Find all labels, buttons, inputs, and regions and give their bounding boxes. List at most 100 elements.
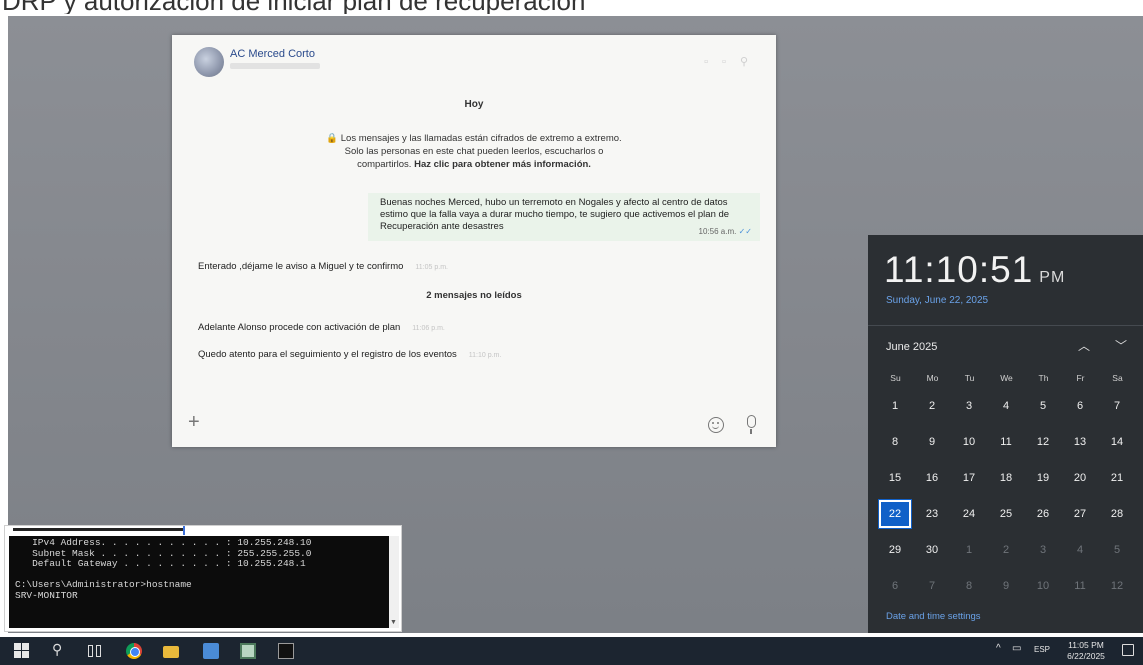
calendar-day[interactable]: 29: [878, 535, 912, 565]
calendar-day[interactable]: 12: [1100, 571, 1134, 601]
incoming-message-time: 11:10 p.m.: [468, 352, 502, 359]
incoming-message-text: Quedo atento para el seguimiento y el re…: [198, 349, 457, 360]
calendar-day[interactable]: 4: [1063, 535, 1097, 565]
calendar-day[interactable]: 5: [1100, 535, 1134, 565]
calendar-day[interactable]: 6: [878, 571, 912, 601]
taskbar: ⚲ ^ ▭ ESP 11:05 PM 6/22/2025: [0, 637, 1143, 665]
chrome-icon[interactable]: [126, 643, 142, 659]
network-app-icon[interactable]: [240, 643, 256, 659]
calendar-day[interactable]: 20: [1063, 463, 1097, 493]
incoming-message-text: Adelante Alonso procede con activación d…: [198, 322, 401, 333]
calendar-day[interactable]: 1: [878, 391, 912, 421]
weekday-label: Th: [1038, 373, 1049, 383]
calendar-day-selected[interactable]: 22: [878, 499, 912, 529]
calendar-day[interactable]: 2: [915, 391, 949, 421]
read-ticks-icon: ✓✓: [738, 227, 752, 236]
clock-long-date[interactable]: Sunday, June 22, 2025: [886, 295, 988, 306]
file-explorer-icon[interactable]: [163, 646, 179, 658]
attach-plus-icon[interactable]: +: [188, 412, 200, 432]
taskbar-time: 11:05 PM: [1068, 640, 1104, 650]
calendar-day[interactable]: 15: [878, 463, 912, 493]
calendar-day[interactable]: 12: [1026, 427, 1060, 457]
calendar-day[interactable]: 19: [1026, 463, 1060, 493]
call-icon[interactable]: ▫: [722, 56, 740, 68]
chat-header[interactable]: AC Merced Corto ▫▫⚲: [172, 35, 776, 89]
day-separator: Hoy: [464, 99, 484, 110]
calendar-day[interactable]: 5: [1026, 391, 1060, 421]
encryption-notice-line1: 🔒 Los mensajes y las llamadas están cifr…: [326, 133, 622, 144]
encryption-notice-line2: Solo las personas en este chat pueden le…: [344, 146, 604, 157]
search-icon[interactable]: ⚲: [740, 56, 762, 68]
chat-window: AC Merced Corto ▫▫⚲ Hoy 🔒 Los mensajes y…: [172, 35, 776, 447]
outgoing-message[interactable]: Buenas noches Merced, hubo un terremoto …: [368, 193, 760, 241]
incoming-message-time: 11:05 p.m.: [415, 264, 448, 271]
contact-status: [230, 63, 320, 69]
calendar-day[interactable]: 3: [952, 391, 986, 421]
calendar-day[interactable]: 28: [1100, 499, 1134, 529]
calendar-day[interactable]: 8: [878, 427, 912, 457]
network-icon[interactable]: ▭: [1012, 643, 1021, 654]
command-prompt-icon[interactable]: [278, 643, 294, 659]
scroll-down-arrow-icon[interactable]: ▼: [390, 619, 397, 626]
calendar-day[interactable]: 27: [1063, 499, 1097, 529]
calendar-day[interactable]: 1: [952, 535, 986, 565]
calendar-day[interactable]: 21: [1100, 463, 1134, 493]
calendar-day[interactable]: 9: [915, 427, 949, 457]
calendar-day[interactable]: 4: [989, 391, 1023, 421]
contact-name[interactable]: AC Merced Corto: [230, 48, 315, 60]
next-month-chevron-icon[interactable]: ﹀: [1115, 337, 1127, 354]
weekday-label: Sa: [1112, 373, 1123, 383]
calendar-day[interactable]: 16: [915, 463, 949, 493]
calendar-day[interactable]: 30: [915, 535, 949, 565]
start-windows-icon[interactable]: [14, 643, 30, 659]
calendar-day[interactable]: 17: [952, 463, 986, 493]
calendar-day[interactable]: 24: [952, 499, 986, 529]
unread-separator: 2 mensajes no leídos: [426, 290, 522, 301]
notification-center-icon[interactable]: [1122, 644, 1134, 656]
calendar-day[interactable]: 13: [1063, 427, 1097, 457]
server-manager-icon[interactable]: [203, 643, 219, 659]
encryption-notice[interactable]: 🔒 Los mensajes y las llamadas están cifr…: [272, 132, 676, 171]
encryption-info-link[interactable]: Haz clic para obtener más información.: [414, 159, 591, 170]
clock-ampm: PM: [1039, 269, 1066, 286]
calendar-day[interactable]: 11: [1063, 571, 1097, 601]
calendar-day[interactable]: 7: [915, 571, 949, 601]
weekday-label: Fr: [1076, 373, 1085, 383]
video-call-icon[interactable]: ▫: [704, 56, 722, 68]
calendar-day[interactable]: 18: [989, 463, 1023, 493]
language-indicator[interactable]: ESP: [1034, 645, 1050, 654]
date-time-settings-link[interactable]: Date and time settings: [886, 611, 981, 622]
incoming-message[interactable]: Enterado ,déjame le aviso a Miguel y te …: [198, 261, 448, 272]
task-view-icon[interactable]: [88, 643, 104, 659]
calendar-day[interactable]: 7: [1100, 391, 1134, 421]
previous-month-chevron-icon[interactable]: ︿: [1078, 337, 1090, 354]
contact-avatar[interactable]: [194, 47, 224, 77]
weekday-label: Su: [890, 373, 901, 383]
emoji-icon[interactable]: [708, 417, 724, 433]
terminal-output[interactable]: IPv4 Address. . . . . . . . . . . : 10.2…: [9, 536, 389, 628]
taskbar-clock[interactable]: 11:05 PM 6/22/2025: [1058, 640, 1114, 662]
calendar-day[interactable]: 6: [1063, 391, 1097, 421]
calendar-month-label[interactable]: June 2025: [886, 341, 937, 353]
weekday-label: Tu: [964, 373, 975, 383]
calendar-day[interactable]: 10: [952, 427, 986, 457]
incoming-message[interactable]: Adelante Alonso procede con activación d…: [198, 322, 445, 333]
encryption-notice-line3: compartirlos.: [357, 159, 412, 170]
microphone-icon[interactable]: [747, 415, 756, 434]
calendar-day[interactable]: 9: [989, 571, 1023, 601]
calendar-day[interactable]: 10: [1026, 571, 1060, 601]
command-prompt-window[interactable]: IPv4 Address. . . . . . . . . . . : 10.2…: [4, 525, 402, 632]
calendar-day[interactable]: 2: [989, 535, 1023, 565]
calendar-day[interactable]: 23: [915, 499, 949, 529]
calendar-day[interactable]: 26: [1026, 499, 1060, 529]
calendar-day[interactable]: 11: [989, 427, 1023, 457]
calendar-day[interactable]: 8: [952, 571, 986, 601]
taskbar-date: 6/22/2025: [1067, 651, 1105, 661]
incoming-message[interactable]: Quedo atento para el seguimiento y el re…: [198, 349, 501, 360]
terminal-scrollbar[interactable]: ▼: [389, 536, 399, 628]
show-hidden-icons-chevron-icon[interactable]: ^: [996, 643, 1001, 654]
search-icon[interactable]: ⚲: [52, 641, 68, 657]
calendar-day[interactable]: 3: [1026, 535, 1060, 565]
calendar-day[interactable]: 25: [989, 499, 1023, 529]
calendar-day[interactable]: 14: [1100, 427, 1134, 457]
